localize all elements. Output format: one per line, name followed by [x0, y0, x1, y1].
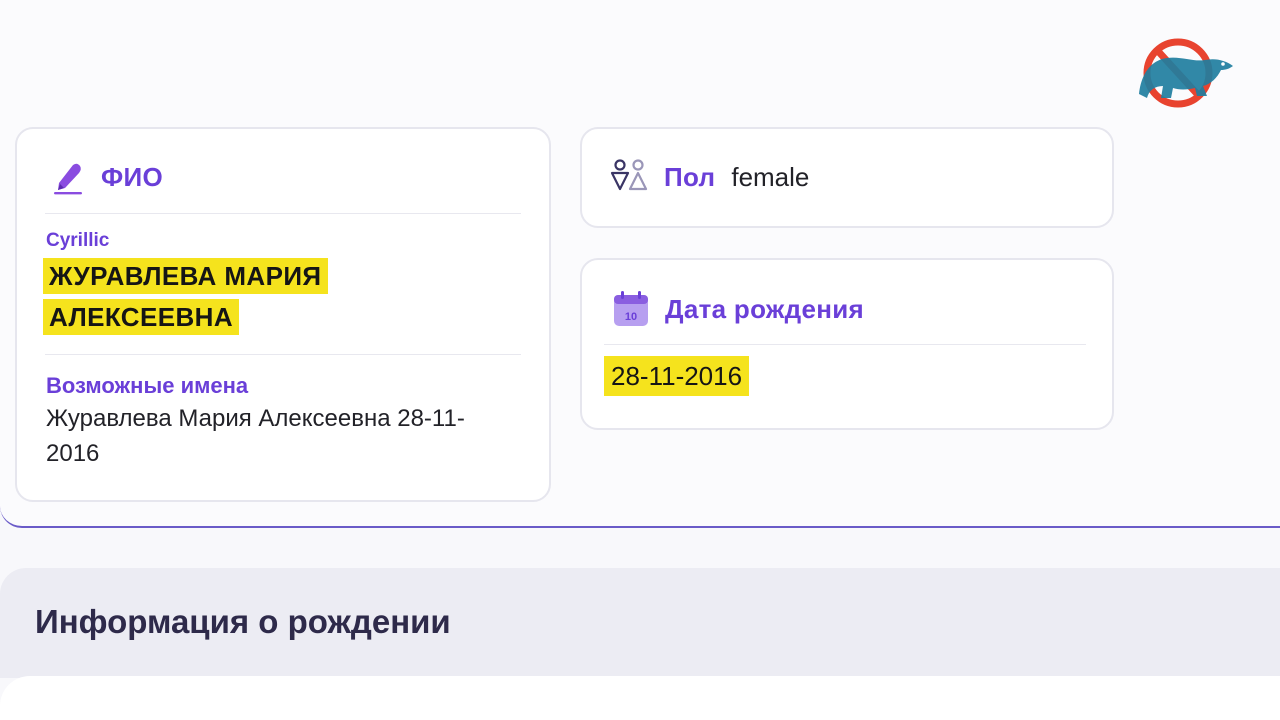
- sex-title: Пол: [664, 161, 716, 192]
- calendar-icon: 10: [614, 291, 648, 326]
- possible-names-label: Возможные имена: [46, 373, 249, 398]
- dob-card: 10 Дата рождения 28-11-2016: [580, 258, 1114, 430]
- channel-logo: [1139, 38, 1233, 108]
- section-content: [0, 676, 1280, 720]
- name-line-1: ЖУРАВЛЕВА МАРИЯ: [43, 258, 328, 294]
- fio-card: ФИО Cyrillic ЖУРАВЛЕВА МАРИЯ АЛЕКСЕЕВНА …: [15, 127, 551, 502]
- fio-title: ФИО: [101, 161, 164, 192]
- sex-card: Пол female: [580, 127, 1114, 228]
- sex-value: female: [731, 161, 810, 192]
- calendar-day: 10: [625, 311, 637, 323]
- dob-title: Дата рождения: [665, 293, 864, 324]
- pen-icon: [54, 163, 82, 195]
- section-title: Информация о рождении: [35, 603, 451, 640]
- divider: [604, 344, 1086, 345]
- dob-value: 28-11-2016: [604, 356, 750, 396]
- gender-icon: [610, 159, 648, 191]
- divider: [45, 354, 521, 355]
- name-line-2: АЛЕКСЕЕВНА: [43, 299, 239, 335]
- cyrillic-label: Cyrillic: [46, 230, 110, 251]
- divider: [45, 213, 521, 214]
- possible-names-value: Журавлева Мария Алексеевна 28-11-2016: [46, 405, 465, 467]
